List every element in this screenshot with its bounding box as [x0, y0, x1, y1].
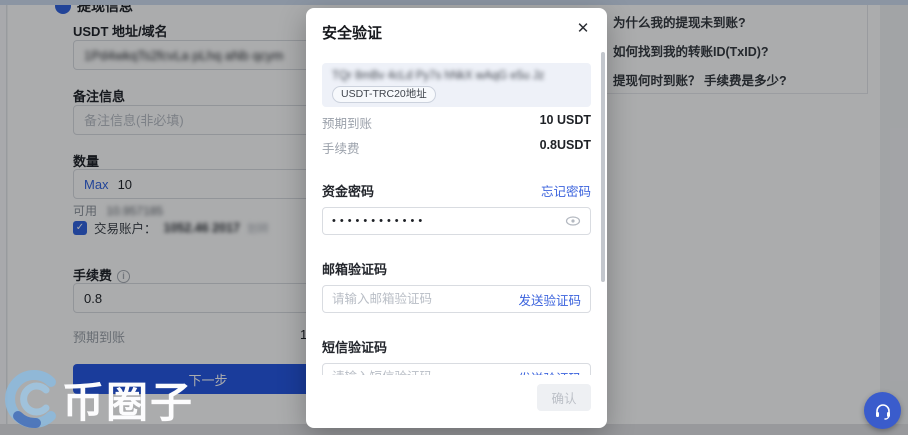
- sms-code-header: 短信验证码: [322, 337, 591, 356]
- fund-password-label: 资金密码: [322, 181, 374, 200]
- expected-value: 10 USDT: [540, 113, 591, 132]
- withdraw-summary-box: TQr 8mBv 4cLd Py7s hNkX wAqG e5u Jz USDT…: [322, 63, 591, 107]
- fund-password-input[interactable]: ••••••••••••: [322, 207, 591, 235]
- send-email-code-button[interactable]: 发送验证码: [518, 290, 581, 309]
- modal-title: 安全验证: [322, 25, 382, 42]
- expected-label: 预期到账: [322, 113, 372, 132]
- fee-label: 手续费: [322, 138, 360, 157]
- sms-code-field: 发送验证码: [322, 363, 591, 375]
- modal-scrollbar[interactable]: [601, 52, 605, 282]
- screen: 提现信息 USDT 地址/域名 1Pd4wkqTs2fcvLa pLhq aNb…: [0, 0, 908, 435]
- email-code-header: 邮箱验证码: [322, 259, 591, 278]
- close-icon[interactable]: ✕: [574, 20, 592, 38]
- modal-body: TQr 8mBv 4cLd Py7s hNkX wAqG e5u Jz USDT…: [306, 49, 607, 375]
- confirm-button[interactable]: 确认: [537, 384, 591, 411]
- security-verification-modal: 安全验证 ✕ TQr 8mBv 4cLd Py7s hNkX wAqG e5u …: [306, 8, 607, 428]
- send-sms-code-button[interactable]: 发送验证码: [518, 368, 581, 376]
- fee-row: 手续费 0.8USDT: [322, 138, 591, 157]
- email-code-label: 邮箱验证码: [322, 259, 387, 278]
- password-masked-value: ••••••••••••: [332, 215, 565, 227]
- sms-code-label: 短信验证码: [322, 337, 387, 356]
- fee-value: 0.8USDT: [540, 138, 591, 157]
- email-code-input[interactable]: [332, 292, 510, 306]
- network-tag: USDT-TRC20地址: [332, 86, 436, 103]
- show-password-eye-icon[interactable]: [565, 213, 581, 229]
- customer-support-button[interactable]: [864, 392, 901, 429]
- destination-address: TQr 8mBv 4cLd Py7s hNkX wAqG e5u Jz: [332, 70, 581, 82]
- forgot-password-link[interactable]: 忘记密码: [541, 181, 591, 200]
- modal-header: 安全验证 ✕: [306, 8, 607, 49]
- headset-icon: [873, 401, 893, 421]
- email-code-field: 发送验证码: [322, 285, 591, 313]
- fund-password-header: 资金密码 忘记密码: [322, 181, 591, 200]
- modal-footer: 确认: [306, 375, 607, 423]
- expected-amount-row: 预期到账 10 USDT: [322, 113, 591, 132]
